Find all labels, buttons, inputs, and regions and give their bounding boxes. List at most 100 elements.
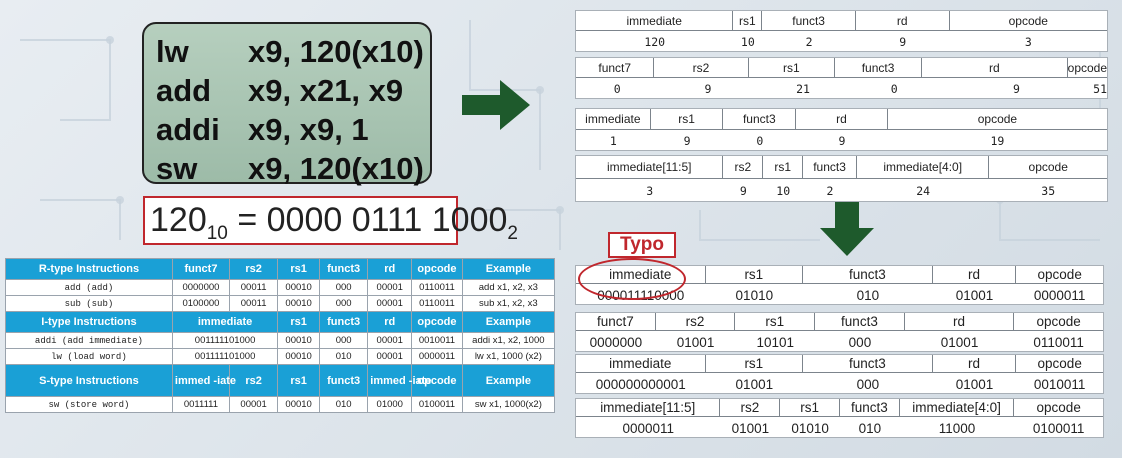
field-name-row: immediate[11:5] rs2 rs1 funct3 immediate[4:0…: [576, 156, 1107, 179]
field-name: opcode: [989, 156, 1107, 179]
field-value: 01010: [791, 420, 829, 436]
field-name: rs2: [655, 313, 736, 331]
header-cell: I-type Instructions: [5, 311, 173, 333]
field-name: immediate: [576, 11, 734, 31]
header-cell: rs1: [277, 311, 320, 333]
field-value: 0010011: [1033, 376, 1086, 392]
header-cell: S-type Instructions: [5, 364, 173, 397]
field-value-row: 0000011 01001 01010 010 11000 0100011: [576, 418, 1103, 438]
table-cell: 00010: [277, 279, 320, 296]
field-value: 0000011: [622, 420, 674, 436]
arrow-down-icon: [820, 200, 874, 256]
header-cell: opcode: [411, 311, 463, 333]
field-name: funct3: [723, 109, 797, 130]
field-value-row: 120 10 2 9 3: [576, 32, 1107, 52]
table-cell: 001111101000: [171, 348, 279, 365]
table-cell: 00010: [277, 295, 320, 312]
field-name: opcode: [949, 11, 1107, 31]
encoding-format-box: funct7 rs2 rs1 funct3 rd opcode 0 9 21 0 9 51: [575, 57, 1108, 99]
field-value: 000: [848, 334, 872, 350]
table-row: addi (add immediate) 001111101000 00010 000…: [5, 332, 556, 349]
field-value: 01001: [940, 334, 979, 350]
field-value: 01001: [731, 420, 770, 436]
code-args: x9, 120(x10): [248, 34, 424, 69]
field-value: 01001: [676, 334, 715, 350]
header-cell: rd: [367, 258, 413, 280]
field-name: funct3: [762, 11, 856, 31]
field-value: 0000011: [1033, 287, 1086, 303]
header-cell: rs2: [228, 258, 279, 280]
code-op: lw: [156, 34, 189, 69]
table-cell: 010: [318, 348, 369, 365]
table-cell: sw (store word): [5, 396, 173, 413]
typo-label: Typo: [608, 232, 676, 258]
table-section-header: I-type Instructions immediate rs1 funct3 rd o…: [5, 311, 556, 333]
table-cell: 00001: [228, 396, 279, 413]
field-name-row: immediate rs1 funct3 rd opcode: [576, 109, 1108, 130]
field-name: rs2: [723, 156, 764, 179]
field-value: 9: [1013, 82, 1020, 96]
field-value: 21: [796, 82, 810, 96]
field-value: 9: [899, 35, 907, 49]
field-value: 010: [856, 287, 880, 303]
field-value: 10: [776, 184, 791, 198]
code-args: x9, x9, 1: [248, 112, 369, 147]
encoding-format-box: immediate rs1 funct3 rd opcode 120 10 2 9 3: [575, 10, 1108, 52]
field-name-row: immediate rs1 funct3 rd opcode: [576, 355, 1104, 373]
encoding-format-box: immediate rs1 funct3 rd opcode 000000000001 01…: [575, 354, 1104, 394]
field-value-row: 0 9 21 0 9 51: [576, 79, 1107, 99]
header-cell: immediate: [171, 311, 279, 333]
conversion-equation: 12010 = 0000 0111 10002: [143, 196, 518, 245]
header-cell: Example: [461, 364, 556, 397]
table-row: add (add) 0000000 00011 00010 000 00001 011001…: [5, 279, 556, 296]
header-cell: opcode: [411, 258, 463, 280]
field-name: immediate[11:5]: [576, 399, 721, 417]
table-cell: 00001: [367, 295, 413, 312]
field-name: rs1: [705, 266, 804, 284]
header-cell: Example: [461, 258, 556, 280]
header-cell: funct3: [318, 364, 369, 397]
assembly-code-box: lw x9, 120(x10) add x9, x21, x9 addi x9,…: [142, 22, 432, 186]
table-cell: sub x1, x2, x3: [461, 295, 556, 312]
table-cell: 0000011: [411, 348, 463, 365]
table-cell: sub (sub): [5, 295, 173, 312]
table-section-header: R-type Instructions funct7 rs2 rs1 funct3 rd o…: [5, 258, 556, 280]
header-cell: Example: [461, 311, 556, 333]
field-name: opcode: [1067, 58, 1108, 78]
field-value: 9: [704, 82, 712, 96]
field-value: 10101: [756, 334, 795, 350]
field-value: 3: [1024, 35, 1032, 49]
typo-highlight-circle: [578, 258, 686, 300]
field-name: rs1: [733, 11, 763, 31]
field-value: 01001: [735, 376, 774, 392]
field-name: rs2: [654, 58, 749, 78]
field-value: 0110011: [1033, 334, 1084, 350]
field-value: 24: [916, 184, 931, 198]
slide: lw x9, 120(x10) add x9, x21, x9 addi x9,…: [0, 0, 1122, 458]
table-cell: sw x1, 1000(x2): [461, 396, 556, 413]
field-value: 0: [756, 134, 764, 148]
field-name: rs1: [735, 313, 816, 331]
field-name: immediate[4:0]: [856, 156, 990, 179]
table-cell: 01000: [367, 396, 413, 413]
field-name: funct7: [576, 58, 655, 78]
header-cell: immed -iate: [367, 364, 431, 397]
table-cell: 00010: [277, 332, 320, 349]
field-value: 2: [805, 35, 813, 49]
field-name-row: immediate[11:5] rs2 rs1 funct3 immediate[4:0…: [576, 399, 1104, 417]
field-value: 3: [646, 184, 654, 198]
table-row: sw (store word) 0011111 00001 00010 010 01000…: [5, 396, 556, 413]
field-name: opcode: [1016, 355, 1104, 373]
table-cell: 00001: [367, 279, 413, 296]
field-name: opcode: [887, 109, 1108, 130]
field-value: 120: [644, 35, 666, 49]
table-cell: 000: [318, 332, 369, 349]
encoding-format-box: funct7 rs2 rs1 funct3 rd opcode 0000000 01001 10…: [575, 312, 1104, 352]
field-name: funct3: [840, 399, 900, 417]
field-value: 010: [858, 420, 882, 436]
table-cell: 0100000: [171, 295, 230, 312]
field-value: 01001: [955, 376, 994, 392]
table-cell: add x1, x2, x3: [461, 279, 556, 296]
table-section-header: S-type Instructions immed -iate rs2 rs1 func…: [5, 364, 556, 397]
field-name: funct3: [803, 355, 933, 373]
